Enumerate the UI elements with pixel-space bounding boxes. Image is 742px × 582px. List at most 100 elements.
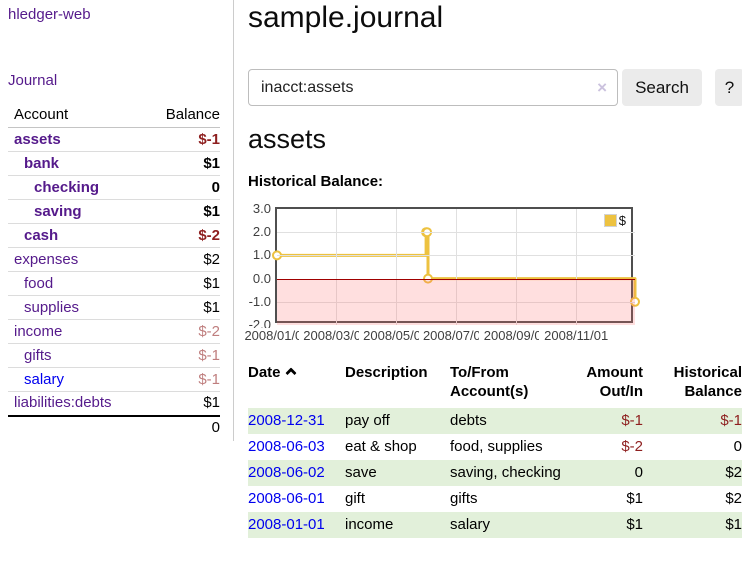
register-description-cell: eat & shop — [345, 434, 450, 460]
register-balance-cell: $1 — [655, 512, 742, 538]
account-balance: $1 — [142, 200, 220, 224]
account-row: bank $1 — [8, 152, 220, 176]
register-accounts-cell: debts — [450, 408, 570, 434]
transaction-date-link[interactable]: 2008-06-02 — [248, 464, 325, 481]
register-amount-cell: $1 — [570, 512, 655, 538]
transaction-date-link[interactable]: 2008-06-03 — [248, 438, 325, 455]
date-column-header[interactable]: Date — [248, 361, 345, 408]
account-row: expenses$2 — [8, 248, 220, 272]
account-row: gifts $-1 — [8, 344, 220, 368]
x-axis-tick-label: 2008/11/01 — [539, 328, 613, 343]
y-axis-tick-label: 0.0 — [239, 271, 271, 286]
description-column-header: Description — [345, 361, 450, 408]
page-title: sample.journal — [248, 1, 443, 35]
sidebar-account-supplies[interactable]: supplies — [24, 299, 79, 316]
account-name-cell: gifts — [8, 344, 142, 368]
horizontal-gridline — [277, 255, 635, 256]
account-total-spacer — [8, 416, 142, 440]
chart-label: Historical Balance: — [248, 173, 383, 190]
account-balance: $-2 — [142, 320, 220, 344]
account-balance-table: Account Balance assets $-1 bank $1 checking 0… — [8, 103, 220, 440]
account-row: saving $1 — [8, 200, 220, 224]
sidebar-account-food[interactable]: food — [24, 275, 53, 292]
chart-legend: $ — [603, 212, 627, 229]
y-axis-tick-label: -1.0 — [239, 294, 271, 309]
account-balance: $-1 — [142, 344, 220, 368]
legend-label: $ — [619, 213, 626, 228]
register-table-body: 2008-12-31pay offdebts$-1$-12008-06-03ea… — [248, 408, 742, 538]
help-button[interactable]: ? — [715, 69, 742, 106]
register-row: 2008-06-02savesaving, checking0$2 — [248, 460, 742, 486]
search-button[interactable]: Search — [622, 69, 702, 106]
sort-ascending-icon — [285, 367, 296, 378]
account-balance: $1 — [142, 272, 220, 296]
transaction-date-link[interactable]: 2008-06-01 — [248, 490, 325, 507]
transaction-date-link[interactable]: 2008-01-01 — [248, 516, 325, 533]
account-column-header: Account — [8, 103, 142, 128]
register-row: 2008-06-03eat & shopfood, supplies$-20 — [248, 434, 742, 460]
account-row: checking 0 — [8, 176, 220, 200]
register-description-cell: pay off — [345, 408, 450, 434]
account-table-body: assets$-1bank$1checking0saving$1cash$-2e… — [8, 128, 220, 416]
register-accounts-cell: salary — [450, 512, 570, 538]
horizontal-gridline — [277, 232, 635, 233]
register-balance-cell: $-1 — [655, 408, 742, 434]
search-input[interactable] — [248, 69, 618, 106]
main-panel: sample.journal × Search ? assets Histori… — [248, 0, 742, 582]
register-description-cell: gift — [345, 486, 450, 512]
account-balance: 0 — [142, 176, 220, 200]
account-row: cash$-2 — [8, 224, 220, 248]
sidebar-account-gifts[interactable]: gifts — [24, 347, 52, 364]
account-name-cell: cash — [8, 224, 142, 248]
negative-region — [277, 279, 635, 325]
account-name-cell: saving — [8, 200, 142, 224]
register-description-cell: save — [345, 460, 450, 486]
sidebar-account-liabilities-debts[interactable]: liabilities:debts — [14, 394, 112, 411]
account-heading: assets — [248, 124, 326, 155]
sidebar-account-assets[interactable]: assets — [14, 131, 61, 148]
legend-swatch-icon — [604, 214, 617, 227]
sidebar-account-checking[interactable]: checking — [34, 179, 99, 196]
account-name-cell: expenses — [8, 248, 142, 272]
account-balance: $1 — [142, 296, 220, 320]
sidebar-account-saving[interactable]: saving — [34, 203, 82, 220]
account-name-cell: liabilities:debts — [8, 392, 142, 416]
register-balance-cell: 0 — [655, 434, 742, 460]
account-name-cell: bank — [8, 152, 142, 176]
sidebar-account-salary[interactable]: salary — [24, 371, 64, 388]
transaction-date-link[interactable]: 2008-12-31 — [248, 412, 325, 429]
account-total-row: 0 — [8, 416, 220, 440]
register-date-cell: 2008-12-31 — [248, 408, 345, 434]
register-balance-cell: $2 — [655, 460, 742, 486]
sidebar-account-cash[interactable]: cash — [24, 227, 58, 244]
register-header-row: Date Description To/From Account(s) Amou… — [248, 361, 742, 408]
account-name-cell: food — [8, 272, 142, 296]
account-row: income $-2 — [8, 320, 220, 344]
clear-search-icon[interactable]: × — [597, 78, 607, 98]
sidebar-account-bank[interactable]: bank — [24, 155, 59, 172]
accounts-column-header: To/From Account(s) — [450, 361, 570, 408]
register-row: 2008-12-31pay offdebts$-1$-1 — [248, 408, 742, 434]
account-balance: $1 — [142, 152, 220, 176]
search-input-wrap: × — [248, 69, 618, 106]
register-table: Date Description To/From Account(s) Amou… — [248, 361, 742, 538]
register-balance-cell: $2 — [655, 486, 742, 512]
register-date-cell: 2008-06-02 — [248, 460, 345, 486]
sidebar-account-income[interactable]: income — [14, 323, 62, 340]
amount-column-header: Amount Out/In — [570, 361, 655, 408]
app-title-link[interactable]: hledger-web — [8, 6, 91, 23]
nav-journal-link[interactable]: Journal — [8, 72, 57, 89]
balance-column-header: Balance — [142, 103, 220, 128]
balance-column-header-register: Historical Balance — [655, 361, 742, 408]
register-accounts-cell: saving, checking — [450, 460, 570, 486]
account-name-cell: checking — [8, 176, 142, 200]
sidebar: hledger-web Journal Account Balance asse… — [0, 0, 233, 582]
account-name-cell: supplies — [8, 296, 142, 320]
register-date-cell: 2008-06-03 — [248, 434, 345, 460]
account-name-cell: salary — [8, 368, 142, 392]
sidebar-divider — [233, 0, 234, 441]
register-accounts-cell: food, supplies — [450, 434, 570, 460]
y-axis-tick-label: 1.0 — [239, 247, 271, 262]
register-row: 2008-01-01incomesalary$1$1 — [248, 512, 742, 538]
sidebar-account-expenses[interactable]: expenses — [14, 251, 78, 268]
